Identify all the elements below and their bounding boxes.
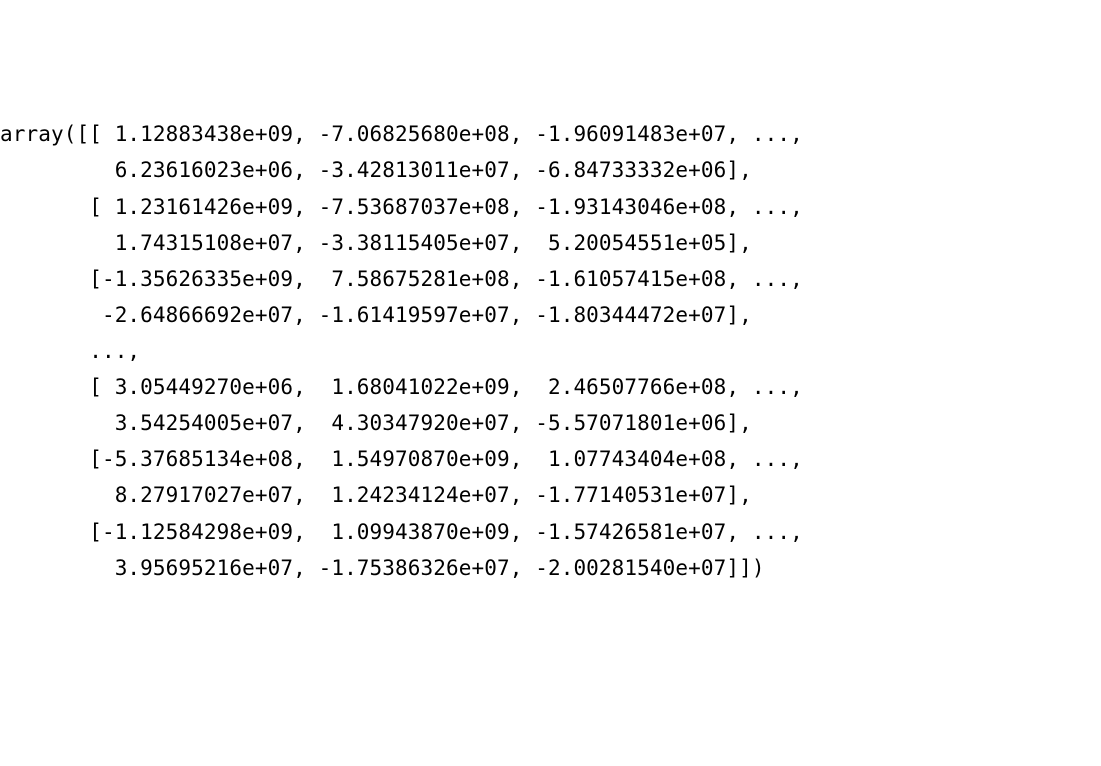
- array-line: [-5.37685134e+08, 1.54970870e+09, 1.0774…: [0, 447, 803, 471]
- array-line: [-1.12584298e+09, 1.09943870e+09, -1.574…: [0, 520, 803, 544]
- array-line: 8.27917027e+07, 1.24234124e+07, -1.77140…: [0, 483, 752, 507]
- array-line: 1.74315108e+07, -3.38115405e+07, 5.20054…: [0, 231, 752, 255]
- numpy-array-output: array([[ 1.12883438e+09, -7.06825680e+08…: [0, 108, 1101, 585]
- array-line: 3.95695216e+07, -1.75386326e+07, -2.0028…: [0, 556, 765, 580]
- array-line: [ 1.23161426e+09, -7.53687037e+08, -1.93…: [0, 195, 803, 219]
- array-line: 6.23616023e+06, -3.42813011e+07, -6.8473…: [0, 158, 752, 182]
- array-line: -2.64866692e+07, -1.61419597e+07, -1.803…: [0, 303, 752, 327]
- array-line: [ 3.05449270e+06, 1.68041022e+09, 2.4650…: [0, 375, 803, 399]
- array-line: [-1.35626335e+09, 7.58675281e+08, -1.610…: [0, 267, 803, 291]
- array-line: 3.54254005e+07, 4.30347920e+07, -5.57071…: [0, 411, 752, 435]
- array-line: array([[ 1.12883438e+09, -7.06825680e+08…: [0, 122, 803, 146]
- array-line: ...,: [0, 339, 140, 363]
